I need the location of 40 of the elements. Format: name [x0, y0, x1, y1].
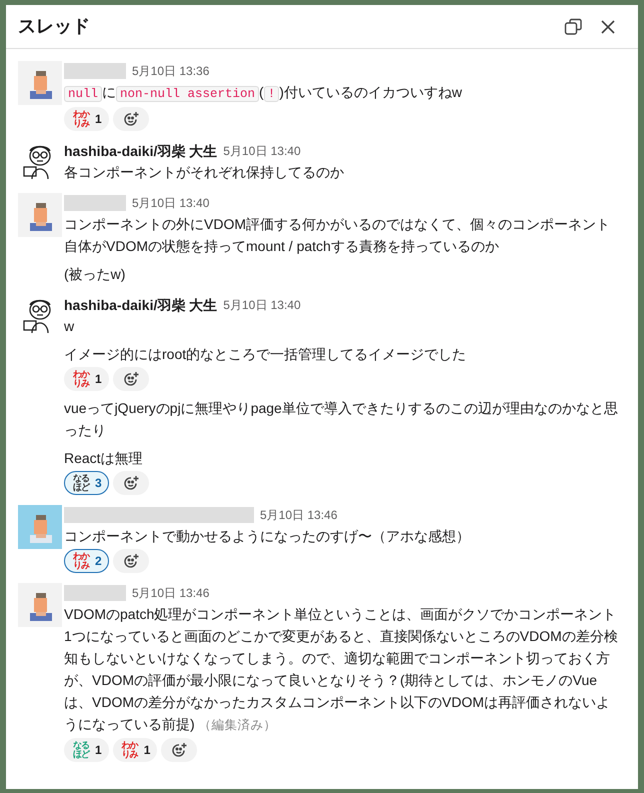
message-text: イメージ的にはroot的なところで一括管理してるイメージでした	[64, 345, 468, 364]
message-text: 各コンポーネントがそれぞれ保持してるのか	[64, 163, 345, 182]
redacted-name	[64, 63, 126, 79]
emoji-label: わかりみ	[72, 552, 90, 570]
window-title: スレッド	[18, 15, 91, 38]
emoji-label: なるほど	[72, 741, 90, 759]
smiley-plus-icon	[122, 475, 139, 491]
add-reaction-button[interactable]	[112, 549, 149, 573]
smiley-plus-icon	[122, 371, 139, 387]
smiley-plus-icon	[122, 111, 139, 127]
redacted-name	[64, 195, 126, 211]
popout-icon[interactable]	[564, 18, 582, 36]
add-reaction-button[interactable]	[112, 107, 149, 131]
timestamp[interactable]: 5月10日 13:40	[223, 142, 301, 160]
add-reaction-button[interactable]	[161, 738, 198, 762]
smiley-plus-icon	[122, 553, 139, 569]
timestamp[interactable]: 5月10日 13:40	[223, 296, 301, 314]
message-text: Reactは無理	[64, 449, 144, 468]
message-text: (被ったw)	[64, 265, 126, 284]
timestamp[interactable]: 5月10日 13:46	[132, 584, 210, 602]
message-text: コンポーネントの外にVDOM評価する何かがいるのではなくて、個々のコンポーネント自体がVDOMの状態を持ってmount / patchする責務を持っているのか	[64, 215, 611, 256]
timestamp[interactable]: 5月10日 13:36	[132, 62, 210, 80]
timestamp[interactable]: 5月10日 13:46	[260, 506, 338, 524]
message-text: VDOMのpatch処理がコンポーネント単位ということは、画面がクソでかコンポーネント1つになっていると画面のどこかで変更があると、直接関係ないところのVDOMの差分検知もしないといけなくなってしまう。ので、適切な範囲でコンポーネント切っておく方が、VDOMの評価が最小限になって良いとなりそう？(期待としては、ホンモノのVueは、VDOMの差分がなかったカスタムコンポーネント以下のVDOMは再評価されないようになっている前提) （編集済み）	[64, 605, 619, 734]
add-reaction-button[interactable]	[112, 367, 149, 391]
add-reaction-button[interactable]	[112, 471, 149, 495]
message-text: コンポーネントで動かせるようになったのすげ〜（アホな感想）	[64, 527, 471, 546]
message-text: w	[64, 317, 76, 336]
close-icon[interactable]	[600, 18, 616, 34]
emoji-label: わかりみ	[120, 741, 140, 759]
emoji-label: わかりみ	[72, 370, 90, 388]
message-text: vueってjQueryのpjに無理やりpage単位で導入できたりするのこの辺が理由なのかなと思ったり	[64, 399, 619, 440]
message-text: null に non-null assertion ( ! )付いているのイカついすねw	[64, 81, 620, 105]
emoji-label: なるほど	[72, 474, 90, 492]
smiley-plus-icon	[171, 742, 188, 758]
author-name[interactable]: hashiba-daiki/羽柴 大生	[64, 140, 218, 162]
author-name[interactable]: hashiba-daiki/羽柴 大生	[64, 294, 218, 316]
emoji-label: わかりみ	[72, 110, 90, 128]
redacted-name	[64, 585, 126, 601]
timestamp[interactable]: 5月10日 13:40	[132, 194, 210, 212]
